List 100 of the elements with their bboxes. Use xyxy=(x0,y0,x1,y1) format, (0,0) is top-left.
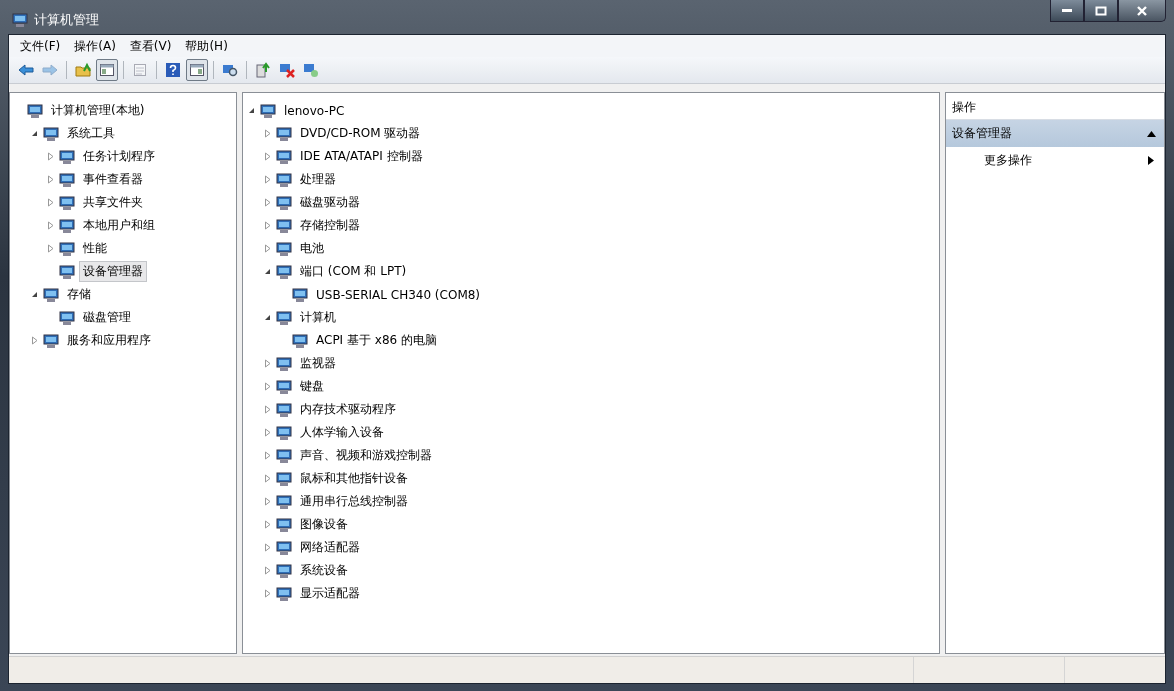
tree-item[interactable]: 磁盘管理 xyxy=(79,307,135,328)
tree-item[interactable]: 任务计划程序 xyxy=(79,146,159,167)
collapse-arrow-icon[interactable] xyxy=(247,106,256,115)
device-icon xyxy=(292,286,308,303)
device-icon xyxy=(276,125,292,142)
tree-item[interactable]: 显示适配器 xyxy=(296,583,364,604)
tree-item[interactable]: 鼠标和其他指针设备 xyxy=(296,468,412,489)
tree-item[interactable]: 内存技术驱动程序 xyxy=(296,399,400,420)
device-icon xyxy=(276,240,292,257)
expand-arrow-icon[interactable] xyxy=(263,566,272,575)
tree-item[interactable]: IDE ATA/ATAPI 控制器 xyxy=(296,146,427,167)
expand-arrow-icon[interactable] xyxy=(263,244,272,253)
tree-item[interactable]: 图像设备 xyxy=(296,514,352,535)
tree-item[interactable]: 系统工具 xyxy=(63,123,119,144)
tree-item[interactable]: 处理器 xyxy=(296,169,340,190)
collapse-arrow-icon[interactable] xyxy=(30,129,39,138)
menu-item[interactable]: 文件(F) xyxy=(13,35,68,57)
collapse-arrow-icon[interactable] xyxy=(263,313,272,322)
expand-arrow-icon[interactable] xyxy=(46,175,55,184)
collapse-icon[interactable] xyxy=(1147,130,1156,137)
tree-item[interactable]: 计算机 xyxy=(296,307,340,328)
help-icon xyxy=(165,62,181,78)
minimize-button[interactable] xyxy=(1050,0,1084,22)
expand-arrow-icon[interactable] xyxy=(263,543,272,552)
expand-arrow-icon[interactable] xyxy=(263,359,272,368)
tree-item[interactable]: USB-SERIAL CH340 (COM8) xyxy=(312,285,485,304)
expand-arrow-icon[interactable] xyxy=(263,428,272,437)
device-icon xyxy=(276,424,292,441)
menu-item[interactable]: 查看(V) xyxy=(122,35,179,57)
expand-arrow-icon[interactable] xyxy=(46,221,55,230)
device-icon xyxy=(59,217,75,234)
device-icon xyxy=(43,332,59,349)
tree-item[interactable]: 声音、视频和游戏控制器 xyxy=(296,445,436,466)
tree-item[interactable]: 监视器 xyxy=(296,353,340,374)
maximize-button[interactable] xyxy=(1084,0,1118,22)
close-button[interactable] xyxy=(1118,0,1166,22)
device-icon xyxy=(276,263,292,280)
menu-item[interactable]: 操作(A) xyxy=(67,35,123,57)
expand-arrow-icon[interactable] xyxy=(30,336,39,345)
expand-arrow-icon[interactable] xyxy=(263,589,272,598)
tree-item[interactable]: ACPI 基于 x86 的电脑 xyxy=(312,330,441,351)
tree-item[interactable]: 服务和应用程序 xyxy=(63,330,155,351)
pane-button[interactable] xyxy=(96,59,118,81)
device-icon xyxy=(59,263,75,280)
tree-item[interactable]: 共享文件夹 xyxy=(79,192,147,213)
back-arrow-icon xyxy=(18,62,34,78)
device-icon xyxy=(276,447,292,464)
tree-item[interactable]: 本地用户和组 xyxy=(79,215,159,236)
expand-arrow-icon[interactable] xyxy=(263,175,272,184)
device-icon xyxy=(276,493,292,510)
expand-arrow-icon[interactable] xyxy=(46,152,55,161)
pane-button[interactable] xyxy=(186,59,208,81)
expand-arrow-icon[interactable] xyxy=(263,129,272,138)
tree-item[interactable]: 人体学输入设备 xyxy=(296,422,388,443)
tree-item[interactable]: 磁盘驱动器 xyxy=(296,192,364,213)
expand-arrow-icon[interactable] xyxy=(263,382,272,391)
forward-arrow-icon xyxy=(42,62,58,78)
tree-item[interactable]: 存储 xyxy=(63,284,95,305)
tree-item[interactable]: 网络适配器 xyxy=(296,537,364,558)
expand-arrow-icon[interactable] xyxy=(263,152,272,161)
device-icon xyxy=(59,309,75,326)
tree-item[interactable]: 电池 xyxy=(296,238,328,259)
device-icon xyxy=(276,171,292,188)
action-link[interactable]: 更多操作 xyxy=(984,152,1032,169)
tree-item[interactable]: lenovo-PC xyxy=(280,101,349,120)
tree-item[interactable]: 系统设备 xyxy=(296,560,352,581)
minimize-icon xyxy=(1062,9,1072,12)
tree-item[interactable]: 性能 xyxy=(79,238,111,259)
menu-item[interactable]: 帮助(H) xyxy=(178,35,235,57)
device-icon xyxy=(276,585,292,602)
tree-item[interactable]: 通用串行总线控制器 xyxy=(296,491,412,512)
device-icon xyxy=(276,470,292,487)
expand-arrow-icon[interactable] xyxy=(46,198,55,207)
tree-item[interactable]: 键盘 xyxy=(296,376,328,397)
collapse-arrow-icon[interactable] xyxy=(30,290,39,299)
collapse-arrow-icon[interactable] xyxy=(263,267,272,276)
tree-item[interactable]: 计算机管理(本地) xyxy=(47,100,149,121)
submenu-arrow-icon[interactable] xyxy=(1148,156,1154,165)
expand-arrow-icon[interactable] xyxy=(263,497,272,506)
tree-item[interactable]: 事件查看器 xyxy=(79,169,147,190)
device-icon xyxy=(292,332,308,349)
tree-item[interactable]: DVD/CD-ROM 驱动器 xyxy=(296,123,425,144)
expand-arrow-icon[interactable] xyxy=(263,474,272,483)
uninstall-icon xyxy=(279,62,295,78)
expand-arrow-icon[interactable] xyxy=(263,520,272,529)
tree-item[interactable]: 设备管理器 xyxy=(79,261,147,282)
device-icon xyxy=(276,217,292,234)
expand-arrow-icon[interactable] xyxy=(263,405,272,414)
tree-item[interactable]: 端口 (COM 和 LPT) xyxy=(296,261,411,282)
expand-arrow-icon[interactable] xyxy=(46,244,55,253)
window-title: 计算机管理 xyxy=(34,11,99,29)
action-section-header[interactable]: 设备管理器 xyxy=(946,120,1164,147)
device-icon xyxy=(276,194,292,211)
expand-arrow-icon[interactable] xyxy=(263,221,272,230)
tree-item[interactable]: 存储控制器 xyxy=(296,215,364,236)
device-icon xyxy=(276,562,292,579)
folder-up-icon xyxy=(75,62,91,78)
close-icon xyxy=(1136,5,1148,16)
expand-arrow-icon[interactable] xyxy=(263,451,272,460)
expand-arrow-icon[interactable] xyxy=(263,198,272,207)
